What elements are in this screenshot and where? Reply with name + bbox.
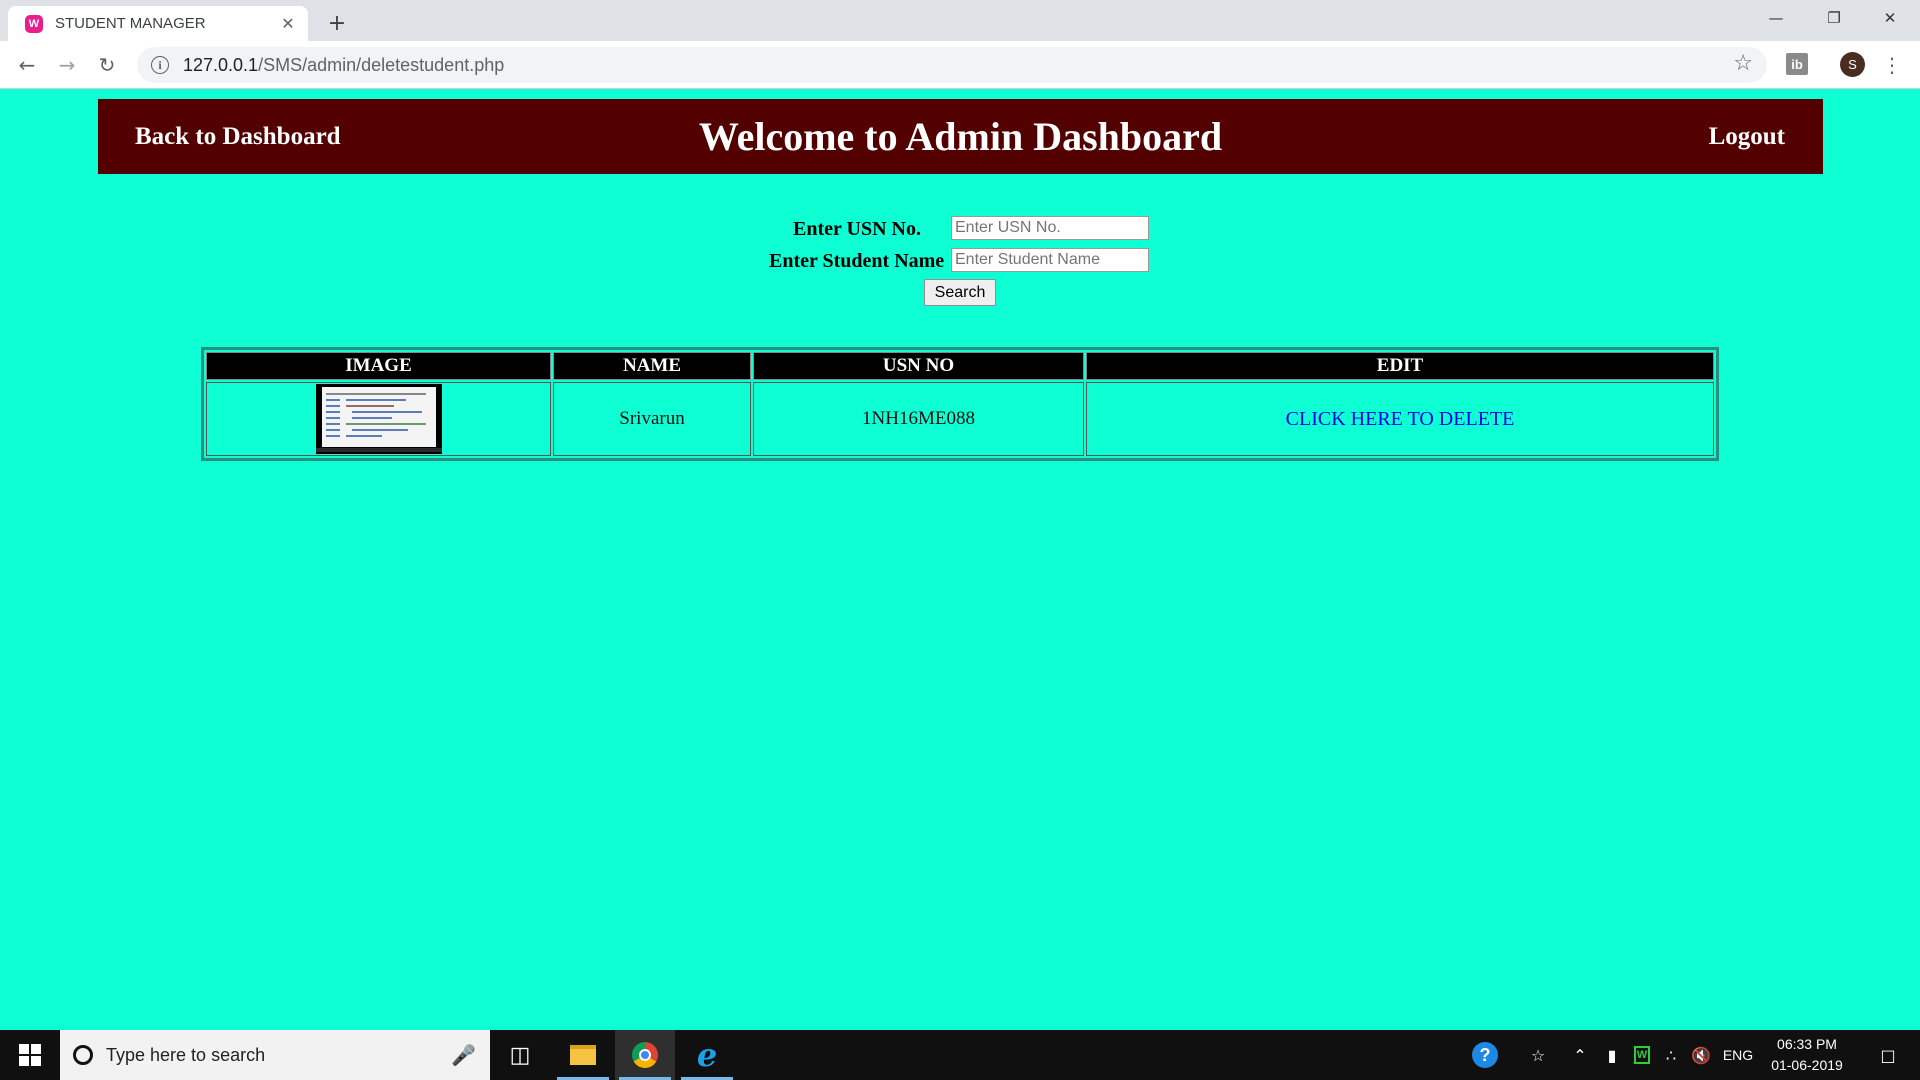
profile-avatar[interactable]: S (1840, 52, 1865, 77)
address-bar[interactable]: i 127.0.0.1/SMS/admin/deletestudent.php … (137, 47, 1767, 83)
student-photo-screen (321, 387, 436, 447)
tab-title: STUDENT MANAGER (55, 15, 206, 32)
table-row: Srivarun 1NH16ME088 CLICK HERE TO DELETE (206, 382, 1714, 456)
file-explorer-icon[interactable] (553, 1030, 613, 1080)
forward-arrow-icon[interactable]: → (51, 49, 83, 81)
photo-line (345, 423, 426, 425)
column-header-usn: USN NO (753, 352, 1084, 380)
column-header-image: IMAGE (206, 352, 551, 380)
photo-line (325, 423, 340, 425)
photo-line (351, 429, 408, 431)
tab-close-icon[interactable]: ✕ (274, 14, 302, 34)
chrome-icon (632, 1042, 658, 1068)
help-tray[interactable]: ? (1468, 1030, 1502, 1080)
action-center-icon[interactable]: □ (1866, 1030, 1910, 1080)
browser-tab[interactable]: W STUDENT MANAGER ✕ (8, 6, 308, 41)
student-usn-cell: 1NH16ME088 (753, 382, 1084, 456)
edit-cell: CLICK HERE TO DELETE (1086, 382, 1714, 456)
people-icon[interactable]: ☆ (1522, 1030, 1554, 1080)
microphone-icon[interactable]: 🎤 (451, 1043, 476, 1067)
help-icon: ? (1472, 1042, 1498, 1068)
taskbar-search-box[interactable]: Type here to search 🎤 (60, 1030, 490, 1080)
menu-icon[interactable]: ⋮ (1880, 49, 1904, 81)
wamp-icon: W (1634, 1046, 1650, 1064)
back-to-dashboard-link[interactable]: Back to Dashboard (135, 99, 341, 174)
student-name-cell: Srivarun (553, 382, 751, 456)
photo-line (325, 435, 340, 437)
folder-icon (570, 1045, 596, 1065)
reload-icon[interactable]: ↻ (91, 49, 123, 81)
photo-line (325, 405, 340, 407)
column-header-edit: EDIT (1086, 352, 1714, 380)
url-host: 127.0.0.1 (183, 54, 259, 75)
wamp-tray[interactable]: W (1630, 1030, 1654, 1080)
students-table: IMAGE NAME USN NO EDIT Srivarun 1NH16ME0… (201, 347, 1719, 461)
browser-toolbar: ← → ↻ i 127.0.0.1/SMS/admin/deletestuden… (0, 41, 1920, 89)
photo-taskbar (315, 448, 442, 452)
logout-link[interactable]: Logout (1709, 99, 1785, 174)
url-path: /SMS/admin/deletestudent.php (258, 54, 505, 75)
back-arrow-icon[interactable]: ← (11, 49, 43, 81)
start-button[interactable] (0, 1030, 60, 1080)
star-icon[interactable]: ☆ (1733, 51, 1753, 76)
photo-line (325, 411, 340, 413)
volume-muted-icon[interactable]: 🔇 (1688, 1030, 1714, 1080)
admin-header: Welcome to Admin Dashboard Back to Dashb… (98, 99, 1823, 174)
column-header-name: NAME (553, 352, 751, 380)
close-window-icon[interactable]: ✕ (1862, 0, 1918, 36)
student-name-input[interactable] (951, 248, 1149, 272)
student-photo (315, 384, 442, 454)
table-header-row: IMAGE NAME USN NO EDIT (206, 352, 1714, 380)
photo-line (345, 405, 394, 407)
clock-date: 01-06-2019 (1771, 1057, 1843, 1073)
ie-icon: e (696, 1036, 718, 1074)
extension-icon[interactable]: ib (1786, 53, 1808, 75)
photo-line (351, 417, 392, 419)
internet-explorer-icon[interactable]: e (677, 1030, 737, 1080)
windows-logo-icon (19, 1044, 41, 1066)
clock[interactable]: 06:33 PM 01-06-2019 (1757, 1034, 1857, 1076)
photo-line (351, 411, 422, 413)
wamp-favicon-icon: W (25, 14, 43, 33)
search-button[interactable]: Search (924, 279, 996, 306)
photo-line (325, 399, 340, 401)
taskbar-search-placeholder: Type here to search (106, 1044, 266, 1065)
page-title: Welcome to Admin Dashboard (698, 114, 1223, 159)
delete-student-link[interactable]: CLICK HERE TO DELETE (1286, 408, 1515, 430)
task-view-icon[interactable]: ◫ (490, 1030, 550, 1080)
usn-input[interactable] (951, 216, 1149, 240)
photo-line (325, 429, 340, 431)
cortana-icon (73, 1045, 93, 1065)
photo-line (345, 399, 406, 401)
student-image-cell (206, 382, 551, 456)
new-tab-button[interactable]: + (322, 8, 352, 38)
clock-time: 06:33 PM (1777, 1036, 1837, 1052)
language-indicator[interactable]: ENG (1718, 1030, 1758, 1080)
usn-label: Enter USN No. (793, 217, 921, 240)
wifi-icon[interactable]: ∴ (1658, 1030, 1684, 1080)
battery-icon[interactable]: ▮ (1598, 1030, 1626, 1080)
name-row: Enter Student Name (769, 247, 944, 275)
info-icon[interactable]: i (151, 56, 169, 74)
student-name-label: Enter Student Name (769, 249, 945, 272)
restore-icon[interactable]: ❐ (1806, 0, 1862, 36)
show-hidden-icons-icon[interactable]: ⌃ (1566, 1030, 1594, 1080)
photo-line (325, 393, 426, 395)
minimize-icon[interactable]: — (1748, 0, 1804, 36)
usn-row: Enter USN No. (793, 215, 921, 243)
chrome-taskbar-icon[interactable] (615, 1030, 675, 1080)
browser-tab-bar: W STUDENT MANAGER ✕ + — ❐ ✕ (0, 0, 1920, 41)
photo-line (345, 435, 382, 437)
windows-taskbar: Type here to search 🎤 ◫ e ? ☆ ⌃ ▮ W ∴ 🔇 … (0, 1030, 1920, 1080)
photo-line (325, 417, 340, 419)
